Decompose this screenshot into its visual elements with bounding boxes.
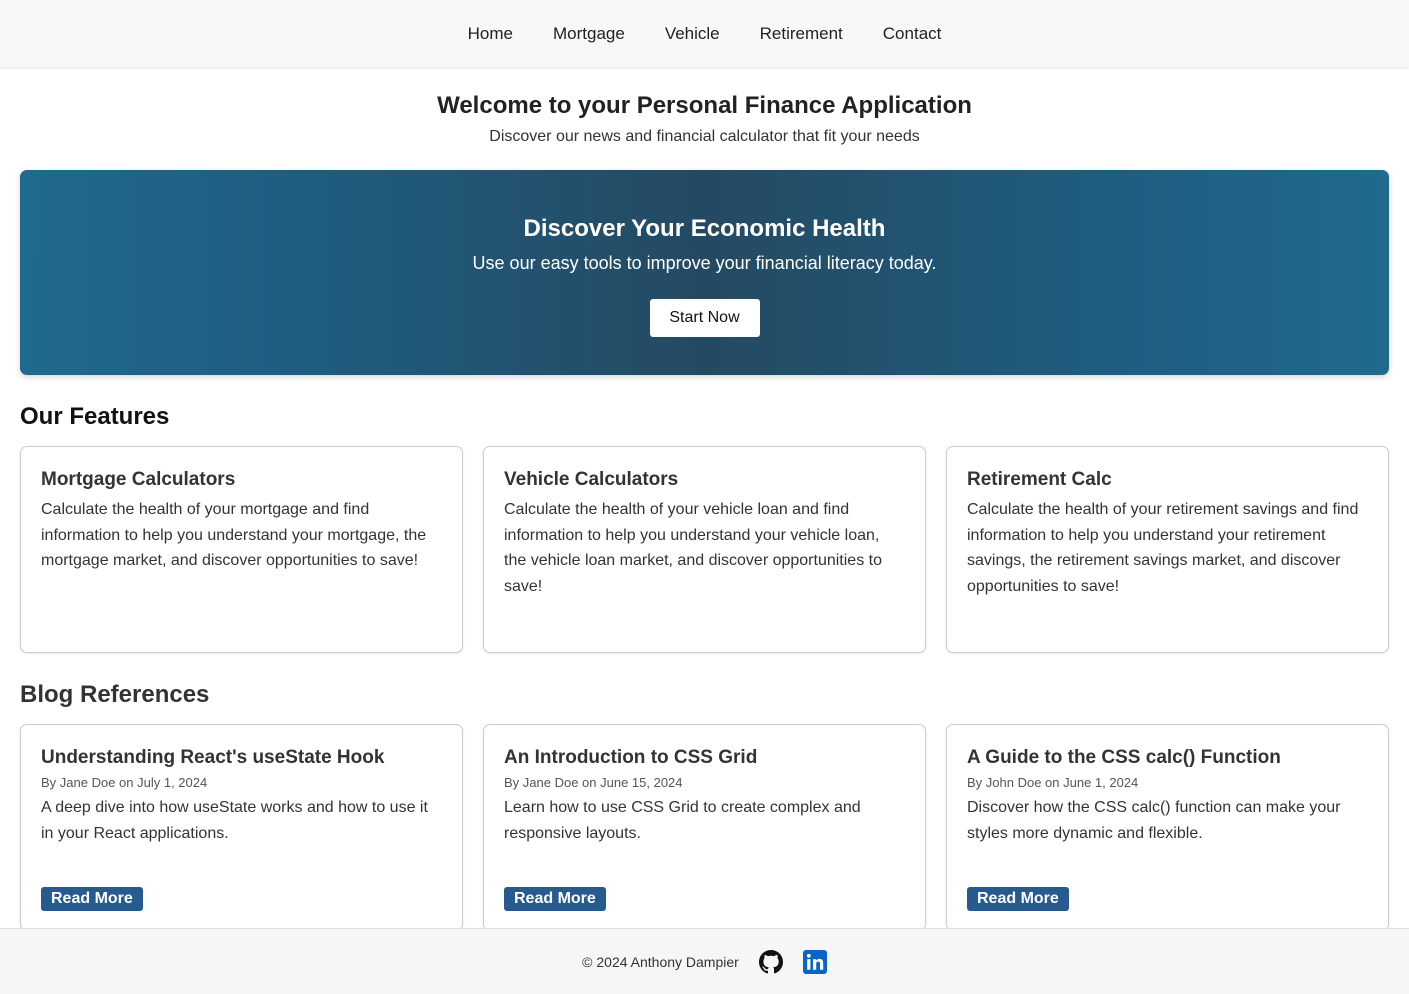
- blog-card: Understanding React's useState Hook By J…: [20, 724, 463, 931]
- feature-card-mortgage: Mortgage Calculators Calculate the healt…: [20, 446, 463, 653]
- blog-description: A deep dive into how useState works and …: [41, 799, 428, 842]
- hero-banner: Discover Your Economic Health Use our ea…: [20, 170, 1389, 375]
- blog-meta: By John Doe on June 1, 2024: [967, 775, 1139, 790]
- hero-subtitle: Use our easy tools to improve your finan…: [472, 253, 937, 273]
- feature-description: Calculate the health of your mortgage an…: [41, 501, 427, 569]
- nav-vehicle[interactable]: Vehicle: [665, 24, 720, 44]
- linkedin-icon[interactable]: [802, 949, 827, 974]
- feature-card-retirement: Retirement Calc Calculate the health of …: [946, 446, 1389, 653]
- start-now-button[interactable]: Start Now: [649, 299, 760, 337]
- read-more-button[interactable]: Read More: [967, 887, 1069, 911]
- nav-retirement[interactable]: Retirement: [760, 24, 843, 44]
- blog-card: An Introduction to CSS Grid By Jane Doe …: [483, 724, 926, 931]
- page-title: Welcome to your Personal Finance Applica…: [437, 92, 972, 119]
- footer: © 2024 Anthony Dampier: [0, 928, 1409, 994]
- feature-description: Calculate the health of your retirement …: [967, 501, 1359, 595]
- feature-title: Vehicle Calculators: [504, 469, 679, 490]
- blog-title: Understanding React's useState Hook: [41, 747, 385, 768]
- nav-contact[interactable]: Contact: [883, 24, 942, 44]
- blog-heading: Blog References: [20, 681, 210, 708]
- nav-mortgage[interactable]: Mortgage: [553, 24, 625, 44]
- blog-meta: By Jane Doe on June 15, 2024: [504, 775, 683, 790]
- nav-home[interactable]: Home: [468, 24, 513, 44]
- welcome-section: Welcome to your Personal Finance Applica…: [0, 67, 1409, 146]
- blog-grid: Understanding React's useState Hook By J…: [20, 724, 1389, 931]
- blog-title: An Introduction to CSS Grid: [504, 747, 758, 768]
- read-more-button[interactable]: Read More: [41, 887, 143, 911]
- github-icon[interactable]: [758, 949, 783, 974]
- feature-card-vehicle: Vehicle Calculators Calculate the health…: [483, 446, 926, 653]
- blog-description: Learn how to use CSS Grid to create comp…: [504, 799, 861, 842]
- page-subtitle: Discover our news and financial calculat…: [489, 128, 920, 145]
- blog-title: A Guide to the CSS calc() Function: [967, 747, 1281, 768]
- feature-description: Calculate the health of your vehicle loa…: [504, 501, 882, 595]
- feature-title: Mortgage Calculators: [41, 469, 236, 490]
- features-grid: Mortgage Calculators Calculate the healt…: [20, 446, 1389, 653]
- top-navigation: Home Mortgage Vehicle Retirement Contact: [0, 0, 1409, 67]
- copyright-text: © 2024 Anthony Dampier: [582, 953, 739, 970]
- blog-card: A Guide to the CSS calc() Function By Jo…: [946, 724, 1389, 931]
- read-more-button[interactable]: Read More: [504, 887, 606, 911]
- blog-meta: By Jane Doe on July 1, 2024: [41, 775, 208, 790]
- feature-title: Retirement Calc: [967, 469, 1112, 490]
- features-heading: Our Features: [20, 403, 170, 430]
- blog-description: Discover how the CSS calc() function can…: [967, 799, 1341, 842]
- hero-title: Discover Your Economic Health: [523, 215, 886, 242]
